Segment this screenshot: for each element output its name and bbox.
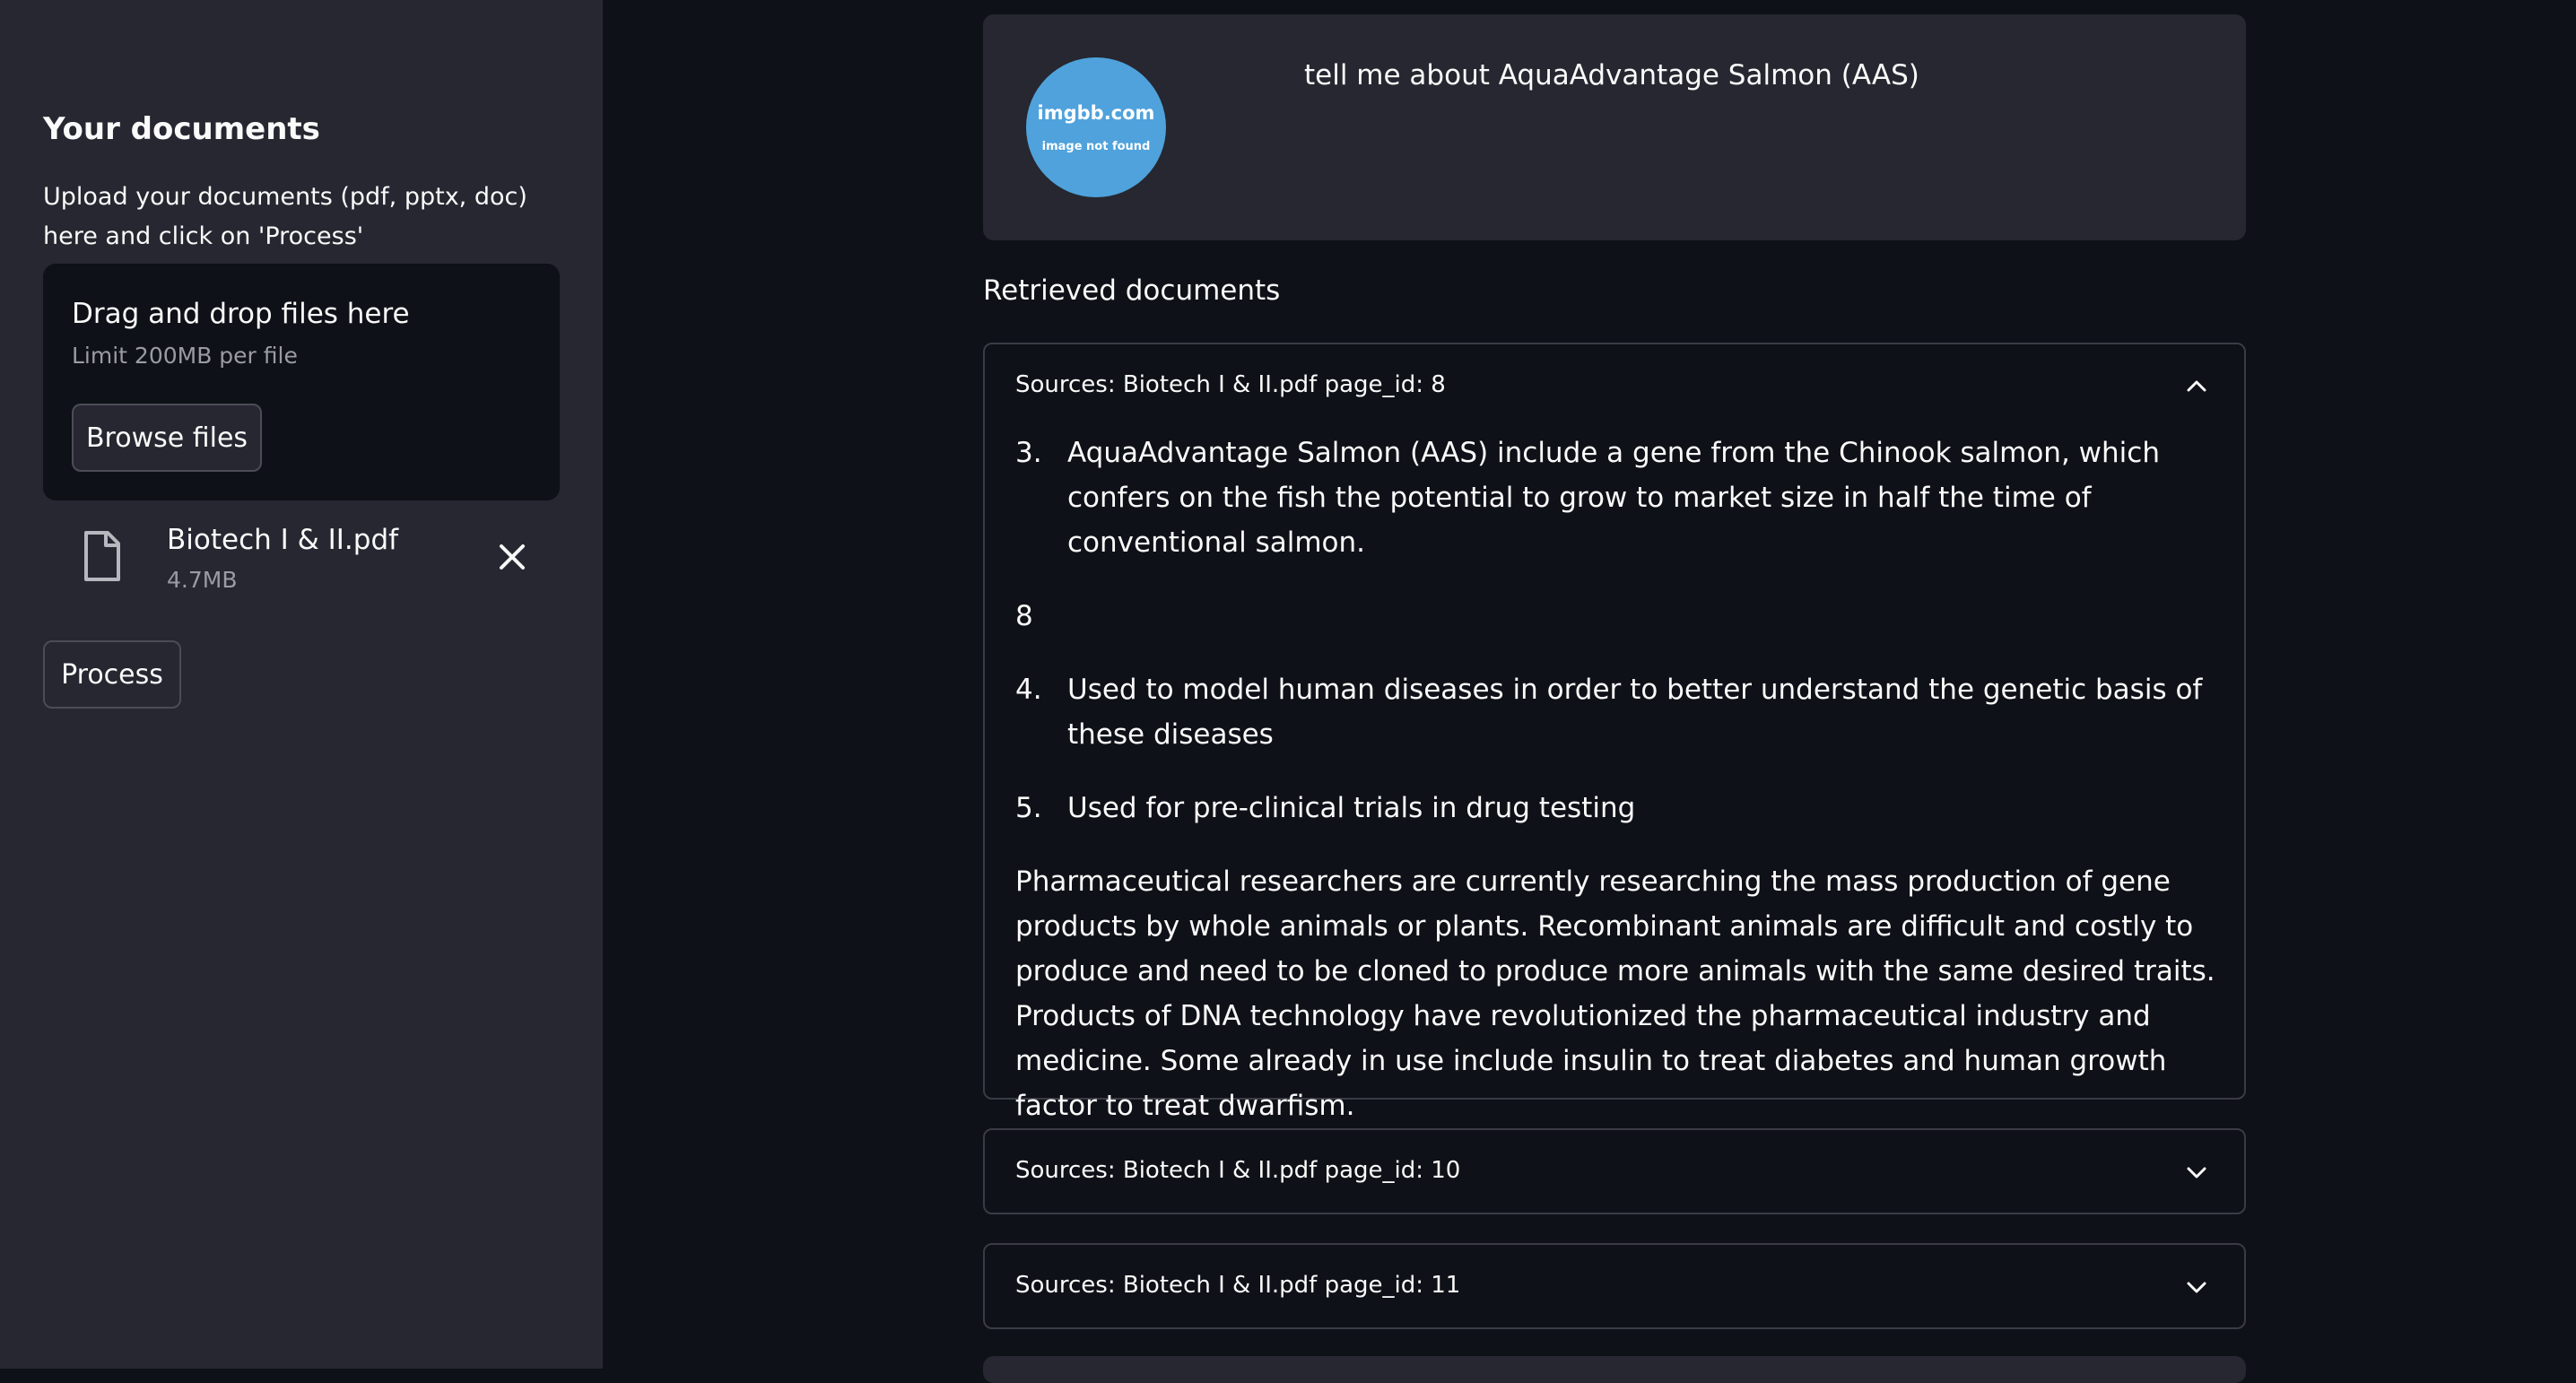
- list-item: 4. Used to model human diseases in order…: [1015, 667, 2217, 757]
- paragraph: Pharmaceutical researchers are currently…: [1015, 865, 2215, 1122]
- close-icon[interactable]: [497, 542, 527, 572]
- retrieved-heading: Retrieved documents: [983, 274, 1281, 307]
- file-size: 4.7MB: [167, 567, 238, 593]
- dropzone-title: Drag and drop files here: [72, 298, 410, 330]
- chevron-down-icon[interactable]: [2185, 1161, 2208, 1184]
- source-expander[interactable]: Sources: Biotech I & II.pdf page_id: 11: [983, 1243, 2246, 1329]
- sidebar: Your documents Upload your documents (pd…: [0, 0, 603, 1369]
- list-number: 5.: [1015, 792, 1042, 824]
- page-number: 8: [1015, 600, 1033, 632]
- sidebar-description: Upload your documents (pdf, pptx, doc) h…: [43, 183, 527, 250]
- list-number: 4.: [1015, 674, 1042, 706]
- list-text: AquaAdvantage Salmon (AAS) include a gen…: [1067, 437, 2160, 559]
- dropzone-limit: Limit 200MB per file: [72, 343, 298, 369]
- chevron-down-icon[interactable]: [2185, 1275, 2208, 1299]
- avatar-message: image not found: [1041, 139, 1151, 153]
- expander-body: 3. AquaAdvantage Salmon (AAS) include a …: [1015, 431, 2217, 1202]
- list-item: 5. Used for pre-clinical trials in drug …: [1015, 786, 2217, 831]
- chevron-up-icon[interactable]: [2185, 375, 2208, 398]
- file-icon: [84, 531, 120, 581]
- expander-header[interactable]: Sources: Biotech I & II.pdf page_id: 10: [1015, 1157, 1460, 1184]
- file-dropzone[interactable]: Drag and drop files here Limit 200MB per…: [43, 264, 560, 500]
- list-text: Used for pre-clinical trials in drug tes…: [1067, 792, 1636, 824]
- avatar: imgbb.com image not found: [1026, 57, 1166, 197]
- source-expander[interactable]: Sources: Biotech I & II.pdf page_id: 10: [983, 1128, 2246, 1214]
- user-message: tell me about AquaAdvantage Salmon (AAS): [1304, 59, 1919, 91]
- uploaded-file: Biotech I & II.pdf 4.7MB: [43, 518, 560, 601]
- process-button[interactable]: Process: [43, 640, 181, 709]
- source-expander: Sources: Biotech I & II.pdf page_id: 8 3…: [983, 343, 2246, 1196]
- expander-header[interactable]: Sources: Biotech I & II.pdf page_id: 11: [1015, 1272, 1460, 1299]
- list-item: 3. AquaAdvantage Salmon (AAS) include a …: [1015, 431, 2217, 565]
- list-text: Used to model human diseases in order to…: [1067, 674, 2203, 751]
- sidebar-title: Your documents: [43, 111, 320, 147]
- file-name: Biotech I & II.pdf: [167, 524, 399, 556]
- next-message-box: [983, 1356, 2246, 1383]
- chat-message: imgbb.com image not found tell me about …: [983, 14, 2246, 240]
- list-number: 3.: [1015, 437, 1042, 469]
- avatar-brand: imgbb.com: [1037, 101, 1155, 124]
- browse-files-button[interactable]: Browse files: [72, 404, 262, 472]
- expander-header[interactable]: Sources: Biotech I & II.pdf page_id: 8: [1015, 371, 1446, 398]
